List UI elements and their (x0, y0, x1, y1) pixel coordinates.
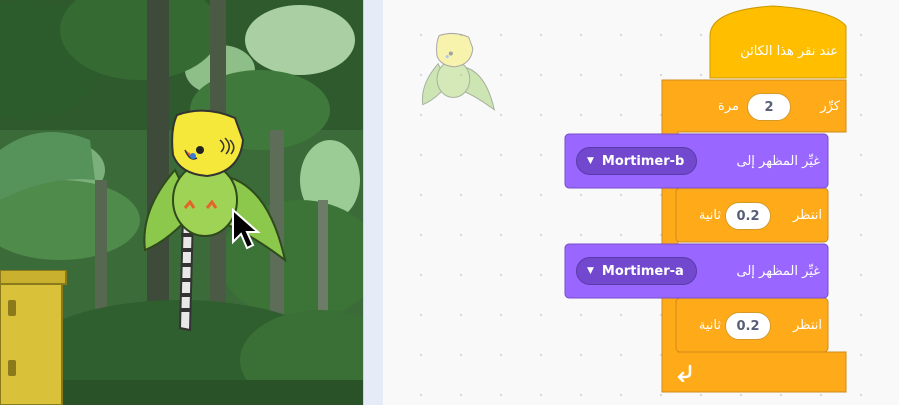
loop-arrow-icon (677, 364, 692, 382)
wait-seconds-input-2[interactable]: 0.2 (725, 312, 771, 340)
mouse-pointer-icon (232, 208, 261, 250)
costume-name-2: Mortimer-a (601, 263, 684, 279)
stage[interactable] (0, 0, 363, 405)
repeat-count-input[interactable]: 2 (747, 93, 791, 121)
wait-label-2[interactable]: انتظر (793, 319, 822, 332)
script-blocks (564, 5, 847, 393)
repeat-times-label[interactable]: مرة (718, 100, 739, 113)
switch-costume-label-1[interactable]: غيِّر المظهر إلى (737, 155, 820, 168)
costume-dropdown-2[interactable]: ▼ Mortimer-a (576, 257, 697, 285)
wait-unit-label-1[interactable]: ثانية (699, 209, 721, 222)
panel-divider (363, 0, 383, 405)
costume-dropdown-1[interactable]: ▼ Mortimer-b (576, 147, 698, 175)
dropdown-arrow-icon: ▼ (587, 156, 594, 166)
dropdown-arrow-icon: ▼ (587, 266, 594, 276)
wait-seconds-input-1[interactable]: 0.2 (725, 202, 771, 230)
yellow-box (0, 270, 67, 405)
wait-unit-label-2[interactable]: ثانية (699, 319, 721, 332)
hat-block-shape (709, 5, 847, 79)
wait-label-1[interactable]: انتظر (793, 209, 822, 222)
repeat-label[interactable]: كرِّر (820, 100, 840, 113)
when-sprite-clicked-label[interactable]: عند نقر هذا الكائن (740, 45, 838, 58)
switch-costume-label-2[interactable]: غيِّر المظهر إلى (737, 265, 820, 278)
code-workspace[interactable]: عند نقر هذا الكائن كرِّر 2 مرة غيِّر الم… (383, 0, 899, 405)
costume-name-1: Mortimer-b (601, 153, 685, 169)
parakeet-sprite[interactable] (135, 100, 295, 340)
